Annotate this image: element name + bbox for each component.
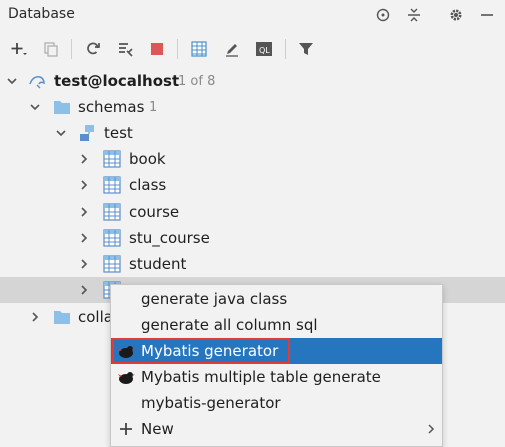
highlight-box	[112, 338, 290, 364]
query-console-icon[interactable]: QL	[254, 39, 274, 59]
menu-item-mybatis-multiple-table-generate[interactable]: Mybatis multiple table generate	[111, 364, 442, 390]
table-label: stu_course	[129, 229, 210, 247]
folder-icon	[54, 101, 70, 114]
refresh-icon[interactable]	[83, 39, 103, 59]
tree-node-table[interactable]: student	[0, 251, 505, 277]
menu-item-generate-java-class[interactable]: generate java class	[111, 286, 442, 312]
table-icon	[103, 150, 121, 168]
chevron-right-icon[interactable]	[78, 153, 90, 165]
menu-item-mybatis-generator[interactable]: Mybatis generator	[111, 338, 442, 364]
tree-node-schema[interactable]: test	[0, 120, 505, 146]
tree-node-schemas[interactable]: schemas 1	[0, 94, 505, 120]
chevron-down-icon[interactable]	[29, 101, 41, 113]
table-icon	[103, 203, 121, 221]
stop-icon[interactable]	[147, 39, 167, 59]
table-icon	[103, 255, 121, 273]
toolbar: QL	[0, 32, 505, 64]
collations-label: colla	[78, 308, 113, 326]
edit-icon[interactable]	[222, 39, 242, 59]
table-icon	[103, 229, 121, 247]
tree-node-table[interactable]: course	[0, 199, 505, 225]
schemas-label: schemas	[78, 98, 145, 116]
chevron-right-icon[interactable]	[78, 258, 90, 270]
table-label: course	[129, 203, 180, 221]
svg-text:QL: QL	[259, 46, 270, 55]
menu-item-new[interactable]: New	[111, 416, 442, 442]
add-icon[interactable]	[8, 39, 28, 59]
filter-icon[interactable]	[296, 39, 316, 59]
crosshair-icon[interactable]	[374, 6, 392, 24]
connection-label: test@localhost	[54, 72, 180, 90]
db-tools-icon[interactable]	[115, 39, 135, 59]
tool-window-title: Database	[8, 6, 75, 22]
schema-icon	[80, 125, 94, 141]
tree-node-table[interactable]: stu_course	[0, 225, 505, 251]
minimize-icon[interactable]	[478, 6, 496, 24]
chevron-right-icon	[428, 424, 435, 434]
mysql-icon	[29, 76, 45, 89]
chevron-right-icon[interactable]	[78, 179, 90, 191]
schemas-count: 1	[149, 100, 158, 115]
connection-count: 1 of 8	[178, 74, 216, 89]
duplicate-icon[interactable]	[41, 39, 61, 59]
toolbar-separator	[285, 39, 286, 59]
schema-label: test	[104, 124, 133, 142]
tree-node-connection[interactable]: test@localhost 1 of 8	[0, 68, 505, 94]
chevron-right-icon[interactable]	[78, 206, 90, 218]
tool-window-header: Database	[0, 0, 505, 30]
table-icon[interactable]	[189, 39, 209, 59]
tree-node-table[interactable]: class	[0, 172, 505, 198]
menu-item-mybatis-generator-plugin[interactable]: mybatis-generator	[111, 390, 442, 416]
folder-icon	[54, 311, 70, 324]
table-label: book	[129, 150, 166, 168]
mybatis-bird-icon	[118, 372, 135, 384]
chevron-right-icon[interactable]	[29, 311, 41, 323]
table-icon	[103, 176, 121, 194]
menu-item-generate-all-column-sql[interactable]: generate all column sql	[111, 312, 442, 338]
plus-icon	[120, 423, 132, 435]
chevron-down-icon[interactable]	[6, 75, 18, 87]
toolbar-separator	[177, 39, 178, 59]
chevron-right-icon[interactable]	[78, 232, 90, 244]
tree-node-table[interactable]: book	[0, 146, 505, 172]
chevron-right-icon[interactable]	[78, 284, 90, 296]
chevron-down-icon[interactable]	[55, 127, 67, 139]
gear-icon[interactable]	[447, 6, 465, 24]
toolbar-separator	[71, 39, 72, 59]
table-label: student	[129, 255, 187, 273]
table-label: class	[129, 176, 167, 194]
collapse-all-icon[interactable]	[405, 6, 423, 24]
context-menu: generate java class generate all column …	[110, 284, 443, 447]
